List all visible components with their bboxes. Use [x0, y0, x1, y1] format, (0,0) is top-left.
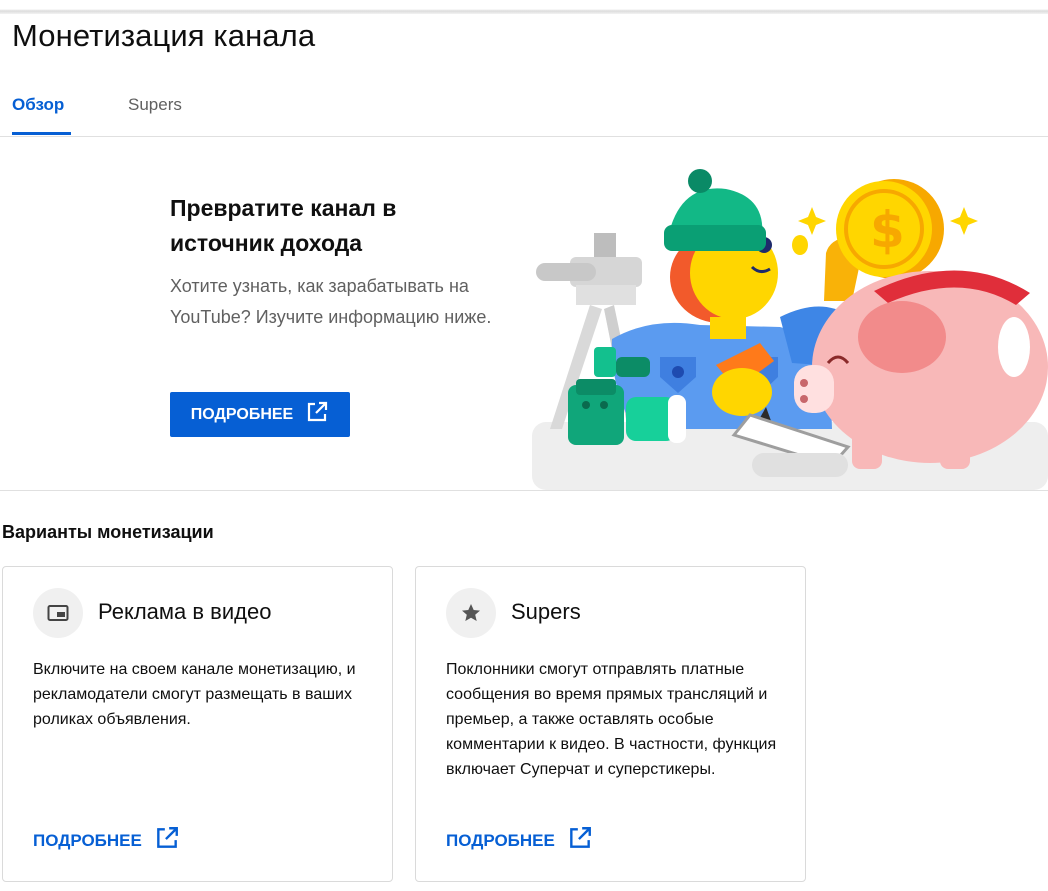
monetization-options-title: Варианты монетизации [2, 522, 214, 542]
top-bar-shadow [0, 0, 1048, 14]
open-in-new-icon [154, 825, 180, 856]
learn-more-link-supers[interactable]: ПОДРОБНЕЕ [446, 825, 593, 856]
card-description: Включите на своем канале монетизацию, и … [33, 661, 356, 728]
card-video-ads: Реклама в видео Включите на своем канале… [2, 566, 393, 882]
learn-more-link-ads[interactable]: ПОДРОБНЕЕ [33, 825, 180, 856]
learn-more-link-label: ПОДРОБНЕЕ [33, 830, 142, 850]
card-title: Реклама в видео [98, 599, 272, 624]
hero-title: Превратите канал в источник дохода [170, 195, 397, 256]
video-ad-icon [33, 588, 83, 638]
open-in-new-icon [305, 400, 329, 429]
tab-active-indicator [12, 132, 71, 135]
learn-more-link-label: ПОДРОБНЕЕ [446, 830, 555, 850]
star-icon [446, 588, 496, 638]
tab-overview-label: Обзор [12, 95, 65, 114]
page-title: Монетизация канала [12, 18, 316, 53]
svg-text:$: $ [870, 201, 905, 259]
hero-banner: Превратите канал в источник дохода Хотит… [0, 137, 1048, 491]
card-supers: Supers Поклонники смогут отправлять плат… [415, 566, 806, 882]
open-in-new-icon [567, 825, 593, 856]
tab-supers[interactable]: Supers [128, 78, 182, 135]
tab-bar: Обзор Supers [0, 78, 1048, 137]
tab-supers-label: Supers [128, 95, 182, 114]
learn-more-button-label: ПОДРОБНЕЕ [190, 405, 294, 423]
creator-illustration: $ [532, 169, 1048, 490]
card-title: Supers [511, 599, 581, 624]
learn-more-button[interactable]: ПОДРОБНЕЕ [170, 392, 350, 437]
card-description: Поклонники смогут отправлять платные соо… [446, 661, 777, 778]
hero-description: Хотите узнать, как зарабатывать на YouTu… [170, 276, 492, 327]
tab-overview[interactable]: Обзор [12, 78, 71, 135]
